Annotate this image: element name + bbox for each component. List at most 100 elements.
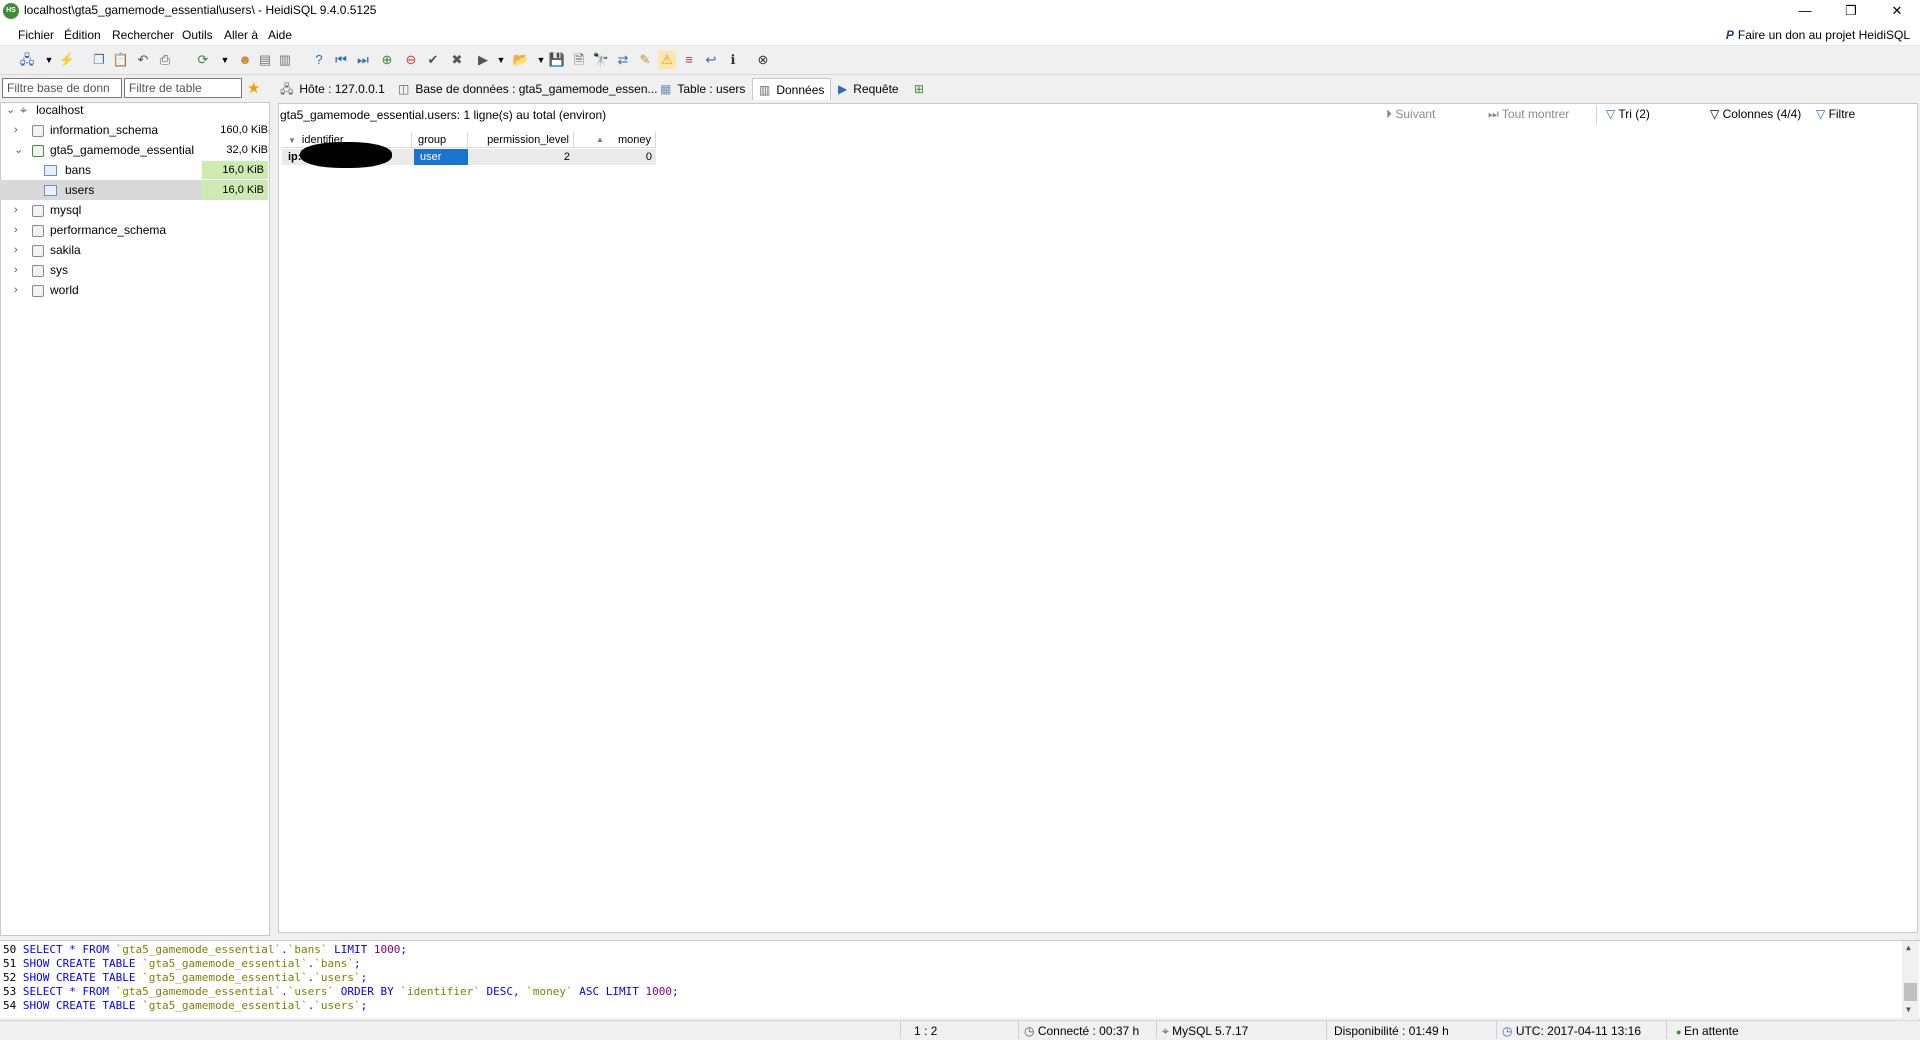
tab-query[interactable]: ▶ Requête [838, 78, 899, 100]
tree-db-world[interactable]: › world [14, 280, 79, 300]
paste-icon[interactable]: 📋 [112, 51, 130, 69]
tree-db-gta5-gamemode-essential[interactable]: ⌄ gta5_gamemode_essential 32,0 KiB [14, 140, 268, 160]
wrap-icon[interactable]: ↩ [702, 51, 720, 69]
dropdown-icon[interactable]: ▼ [40, 51, 58, 69]
find-icon[interactable]: 🔭 [592, 51, 610, 69]
database-icon [32, 144, 44, 157]
collapse-icon[interactable]: ⌄ [14, 140, 23, 160]
columns-button[interactable]: ▽ Colonnes (4/4) [1710, 107, 1801, 121]
table-filter-input[interactable]: Filtre de table [124, 78, 242, 98]
cell-money[interactable]: 0 [574, 149, 652, 165]
export-icon[interactable]: ▤ [256, 51, 274, 69]
database-icon [32, 264, 44, 277]
menu-aide[interactable]: Aide [268, 28, 292, 42]
undo-icon[interactable]: ↶ [134, 51, 152, 69]
show-all-button[interactable]: ⏭ Tout montrer [1488, 107, 1569, 122]
log-sql: SELECT * FROM `gta5_gamemode_essential`.… [22, 943, 408, 956]
dropdown-icon[interactable]: ▼ [216, 51, 234, 69]
collapse-icon[interactable]: ⌄ [6, 100, 15, 120]
tab-data[interactable]: ▥ Données [752, 78, 832, 100]
column-header-money[interactable]: ▲ money [574, 132, 656, 148]
tree-table-users[interactable]: users 16,0 KiB [0, 180, 268, 200]
explain-icon[interactable]: ✎ [636, 51, 654, 69]
table-size-bar: 16,0 KiB [202, 161, 268, 179]
delete-record-icon[interactable]: ⊖ [402, 51, 420, 69]
tree-root-localhost[interactable]: ⌄ ⌖ localhost [6, 100, 83, 120]
load-sql-icon[interactable]: 📂 [512, 51, 530, 69]
print-icon[interactable]: ⎙ [156, 51, 174, 69]
first-record-icon[interactable]: ⏮ [332, 51, 350, 69]
help-icon[interactable]: ? [310, 51, 328, 69]
cell-group[interactable]: user [414, 149, 468, 165]
tab-host[interactable]: 🖧 Hôte : 127.0.0.1 [280, 78, 385, 100]
new-query-tab-icon[interactable]: ⊞ [914, 78, 924, 100]
import-icon[interactable]: ▥ [276, 51, 294, 69]
menu-fichier[interactable]: Fichier [18, 28, 54, 42]
funnel-icon: ▽ [1816, 107, 1829, 121]
expand-icon[interactable]: › [14, 280, 18, 300]
run-icon[interactable]: ▶ [474, 51, 492, 69]
replace-icon[interactable]: ⇄ [614, 51, 632, 69]
tree-db-sys[interactable]: › sys [14, 260, 68, 280]
sort-asc-icon: ▲ [596, 135, 604, 144]
expand-icon[interactable]: › [14, 240, 18, 260]
cancel-icon[interactable]: ✖ [448, 51, 466, 69]
menu-outils[interactable]: Outils [182, 28, 213, 42]
tree-db-mysql[interactable]: › mysql [14, 200, 81, 220]
close-button[interactable]: ✕ [1874, 0, 1920, 22]
dropdown-icon[interactable]: ▼ [492, 51, 510, 69]
next-button[interactable]: ⏵ Suivant [1386, 107, 1435, 122]
post-icon[interactable]: ✔ [424, 51, 442, 69]
log-line: 52 SHOW CREATE TABLE `gta5_gamemode_esse… [3, 971, 367, 985]
donate-link[interactable]: P Faire un don au projet HeidiSQL [1726, 28, 1910, 42]
tab-database[interactable]: ◫ Base de données : gta5_gamemode_essen..… [398, 78, 658, 100]
tree-table-bans[interactable]: bans 16,0 KiB [0, 160, 268, 180]
expand-icon[interactable]: › [14, 120, 18, 140]
refresh-icon[interactable]: ⟳ [194, 51, 212, 69]
scroll-down-icon[interactable]: ▼ [1906, 1005, 1911, 1014]
tree-db-information-schema[interactable]: › information_schema 160,0 KiB [14, 120, 268, 140]
connect-icon[interactable]: 🖧 [18, 51, 36, 69]
menu-aller-a[interactable]: Aller à [224, 28, 258, 42]
save-icon[interactable]: 💾 [548, 51, 566, 69]
status-dot-icon: ● [1676, 1027, 1684, 1037]
log-icon[interactable]: ≡ [680, 51, 698, 69]
copy-icon[interactable]: ❐ [90, 51, 108, 69]
expand-icon[interactable]: › [14, 260, 18, 280]
tab-label: Base de données : gta5_gamemode_essen... [415, 82, 658, 96]
maximize-button[interactable]: ❐ [1828, 0, 1874, 22]
expand-icon[interactable]: › [14, 220, 18, 240]
tab-table[interactable]: ▦ Table : users [660, 78, 745, 100]
menu-rechercher[interactable]: Rechercher [112, 28, 174, 42]
filter-button[interactable]: ▽ Filtre [1816, 107, 1855, 121]
menu-edition[interactable]: Édition [64, 28, 101, 42]
column-header-group[interactable]: group [412, 132, 468, 148]
info-icon[interactable]: ℹ [724, 51, 742, 69]
sort-button[interactable]: ▽ Tri (2) [1606, 107, 1650, 121]
tree-db-performance-schema[interactable]: › performance_schema [14, 220, 166, 240]
column-header-permission-level[interactable]: permission_level [468, 132, 574, 148]
save-as-icon[interactable]: 🗎 [570, 51, 588, 69]
log-scrollbar[interactable]: ▲ ▼ [1902, 941, 1919, 1019]
stop-icon[interactable]: ⊗ [754, 51, 772, 69]
log-sql: SHOW CREATE TABLE `gta5_gamemode_essenti… [22, 957, 361, 970]
expand-icon[interactable]: › [14, 200, 18, 220]
status-server: ⌖ MySQL 5.7.17 [1162, 1024, 1248, 1039]
favorite-star-icon[interactable]: ★ [247, 79, 260, 97]
database-filter-input[interactable]: Filtre base de donn [2, 78, 122, 98]
minimize-button[interactable]: — [1782, 0, 1828, 22]
log-line: 51 SHOW CREATE TABLE `gta5_gamemode_esse… [3, 957, 361, 971]
table-icon [44, 185, 57, 197]
cell-permission-level[interactable]: 2 [468, 149, 570, 165]
disconnect-icon[interactable]: ⚡ [58, 51, 76, 69]
sql-log[interactable]: 50 SELECT * FROM `gta5_gamemode_essentia… [0, 940, 1920, 1019]
scroll-up-icon[interactable]: ▲ [1906, 943, 1911, 952]
last-record-icon[interactable]: ⏭ [354, 51, 372, 69]
sort-desc-icon: ▼ [288, 136, 296, 145]
tree-db-sakila[interactable]: › sakila [14, 240, 81, 260]
warning-icon[interactable]: ⚠ [658, 51, 676, 69]
title-bar: HS localhost\gta5_gamemode_essential\use… [0, 0, 1920, 22]
add-record-icon[interactable]: ⊕ [378, 51, 396, 69]
user-manager-icon[interactable]: ☻ [236, 51, 254, 69]
scroll-thumb[interactable] [1904, 983, 1917, 1001]
